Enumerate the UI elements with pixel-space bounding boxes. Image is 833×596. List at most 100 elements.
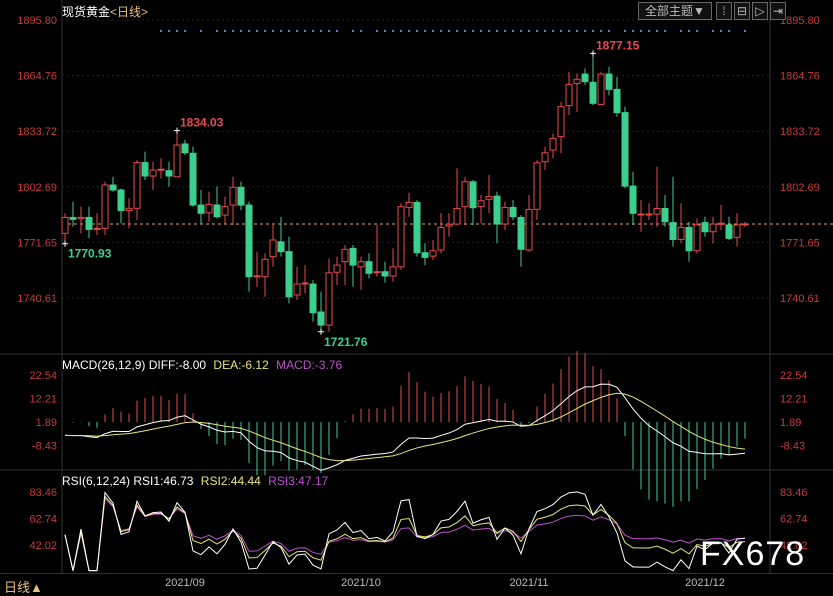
signal-marker bbox=[224, 30, 226, 32]
rsi-tick-label-left: 83.46 bbox=[29, 487, 57, 499]
signal-marker bbox=[544, 30, 546, 32]
candle-down bbox=[381, 271, 389, 277]
signal-marker bbox=[656, 30, 658, 32]
signal-marker bbox=[512, 30, 514, 32]
rsi-tick-label-left: 62.74 bbox=[29, 514, 57, 526]
macd-tick-label-left: 1.89 bbox=[36, 417, 57, 429]
candle-down bbox=[349, 247, 357, 266]
candle-down bbox=[613, 88, 621, 114]
instrument-name: 现货黄金 bbox=[62, 5, 111, 19]
grid-icon[interactable]: ⁞ bbox=[716, 2, 732, 20]
macd-legend: MACD(26,12,9) DIFF:-8.00 DEA:-6.12 MACD:… bbox=[62, 358, 342, 372]
price-tick-label-left: 1771.65 bbox=[17, 237, 57, 249]
candle-up bbox=[77, 216, 85, 220]
chart-canvas: 1895.80 1895.801864.76 1864.761833.72 1833.… bbox=[0, 0, 833, 589]
theme-dropdown[interactable]: 全部主题▼ bbox=[638, 2, 712, 20]
signal-marker bbox=[720, 30, 722, 32]
candle-down bbox=[629, 185, 637, 214]
rsi-tick-label-right: 62.74 bbox=[780, 514, 808, 526]
signal-marker bbox=[528, 30, 530, 32]
rsi-tick-label-right: 83.46 bbox=[780, 487, 808, 499]
signal-marker bbox=[536, 30, 538, 32]
candle-down bbox=[237, 186, 245, 206]
bottom-bar: 日线▲ bbox=[0, 573, 833, 596]
macd-tick-label-left: 22.54 bbox=[29, 370, 57, 382]
candle-up bbox=[653, 207, 661, 215]
rsi2-line bbox=[64, 495, 746, 572]
candle-up bbox=[485, 196, 493, 200]
candle-up bbox=[261, 258, 269, 278]
candle-down bbox=[365, 261, 373, 274]
macd-tick-label-right: 12.21 bbox=[780, 394, 808, 406]
signal-marker bbox=[496, 30, 498, 32]
macd-tick-label-left: 12.21 bbox=[29, 394, 57, 406]
rsi2-value: RSI2:44.44 bbox=[200, 474, 261, 488]
macd-diff-value: DIFF:-8.00 bbox=[148, 358, 207, 372]
candle-down bbox=[245, 204, 253, 278]
macd-dea-line bbox=[64, 392, 746, 462]
signal-marker bbox=[392, 30, 394, 32]
candle-up bbox=[453, 207, 461, 225]
signal-marker bbox=[200, 30, 202, 32]
candle-down bbox=[309, 283, 317, 314]
candle-down bbox=[421, 252, 429, 258]
candle-down bbox=[605, 73, 613, 90]
candle-down bbox=[197, 204, 205, 214]
zoom-out-icon[interactable]: ⊟ bbox=[734, 2, 750, 20]
candle-up bbox=[445, 223, 453, 227]
price-tick-label-left: 1864.76 bbox=[17, 71, 57, 83]
candle-up bbox=[133, 162, 141, 209]
candle-up bbox=[357, 261, 365, 268]
macd-dea-value: DEA:-6.12 bbox=[213, 358, 269, 372]
signal-marker bbox=[640, 30, 642, 32]
signal-marker bbox=[256, 30, 258, 32]
signal-marker bbox=[240, 30, 242, 32]
signal-marker bbox=[296, 30, 298, 32]
signal-marker bbox=[712, 30, 714, 32]
signal-marker bbox=[584, 30, 586, 32]
candle-down bbox=[509, 206, 517, 218]
candle-down bbox=[69, 216, 77, 220]
period-bracket-close: > bbox=[141, 5, 149, 19]
signal-marker bbox=[600, 30, 602, 32]
candle-down bbox=[669, 222, 677, 240]
extreme-price-label: 1721.76 bbox=[324, 335, 368, 349]
signal-marker bbox=[288, 30, 290, 32]
candle-up bbox=[205, 203, 213, 214]
candle-up bbox=[101, 184, 109, 229]
candle-up bbox=[597, 73, 605, 105]
macd-diff-line bbox=[64, 383, 746, 471]
signal-marker bbox=[632, 30, 634, 32]
macd-tick-label-right: 1.89 bbox=[780, 417, 801, 429]
candle-down bbox=[317, 311, 325, 326]
signal-marker bbox=[608, 30, 610, 32]
rsi3-value: RSI3:47.17 bbox=[268, 474, 329, 488]
signal-marker bbox=[624, 30, 626, 32]
price-tick-label-left: 1895.80 bbox=[17, 15, 57, 27]
rsi-tick-label-left: 42.02 bbox=[29, 540, 57, 552]
signal-marker bbox=[744, 30, 746, 32]
signal-marker bbox=[360, 30, 362, 32]
candle-up bbox=[565, 83, 573, 107]
signal-marker bbox=[576, 30, 578, 32]
candle-up bbox=[229, 186, 237, 206]
price-tick-label-right: 1802.69 bbox=[780, 182, 820, 194]
candle-up bbox=[325, 272, 333, 326]
signal-marker bbox=[680, 30, 682, 32]
signal-marker bbox=[696, 30, 698, 32]
candle-down bbox=[517, 216, 525, 250]
signal-marker bbox=[216, 30, 218, 32]
candle-down bbox=[189, 152, 197, 206]
candle-up bbox=[221, 206, 229, 216]
candle-down bbox=[621, 112, 629, 187]
zoom-in-icon[interactable]: ▷ bbox=[752, 2, 768, 20]
price-tick-label-right: 1740.61 bbox=[780, 293, 820, 305]
signal-marker bbox=[648, 30, 650, 32]
scroll-end-icon[interactable]: ⇥ bbox=[770, 2, 786, 20]
signal-marker bbox=[400, 30, 402, 32]
candle-up bbox=[541, 152, 549, 163]
candle-up bbox=[437, 226, 445, 251]
period-toggle-button[interactable]: 日线▲ bbox=[4, 577, 43, 596]
period-label[interactable]: 日线 bbox=[117, 5, 141, 19]
candle-up bbox=[709, 223, 717, 233]
